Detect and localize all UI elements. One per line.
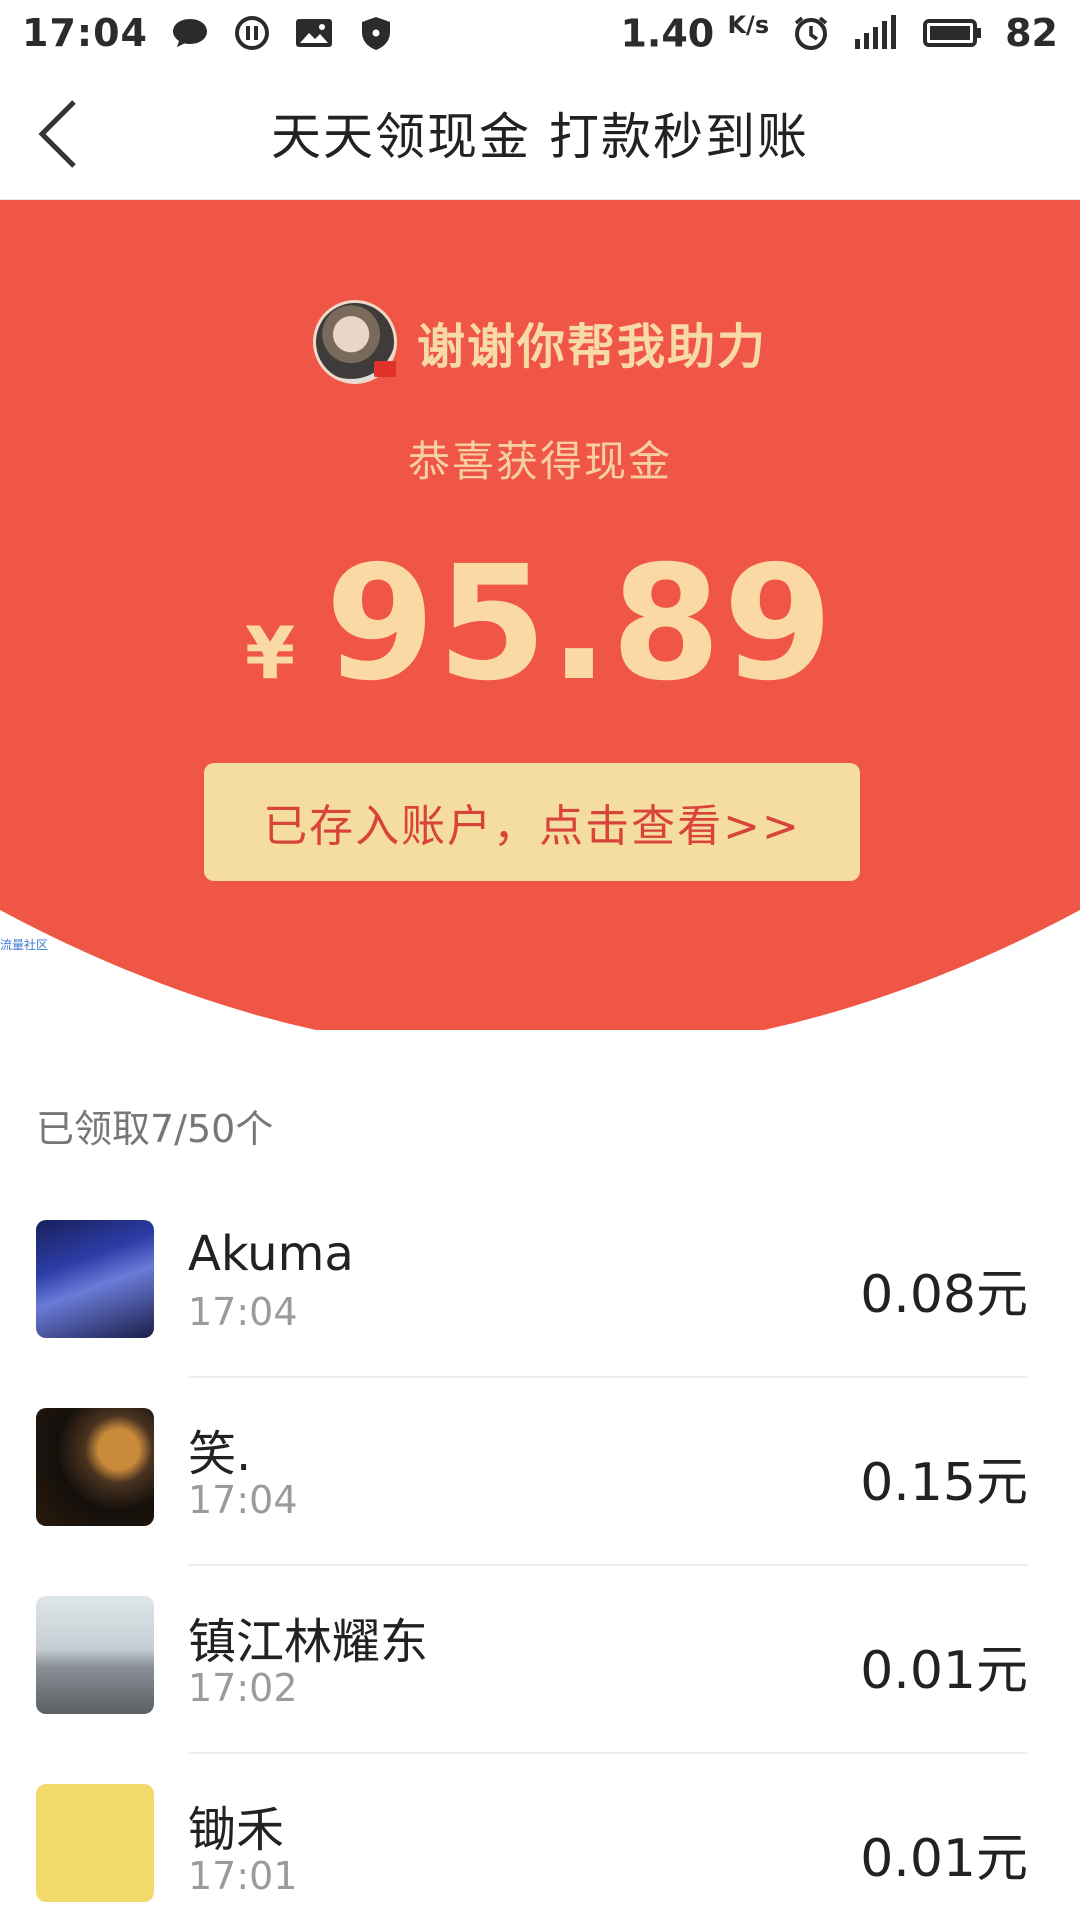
status-bar: 17:04 1.40 K/s 82 [0,0,1080,66]
user-name: 笑. [188,1426,252,1482]
signal-4g-icon [855,15,897,49]
avatar [36,1408,154,1526]
receive-time: 17:04 [188,1478,298,1522]
list-item[interactable]: Akuma 17:04 0.08元 [0,1190,1080,1378]
image-icon [295,19,332,47]
status-time: 17:04 [22,11,148,55]
received-count: 已领取7/50个 [36,1107,274,1151]
money-amount: 0.15元 [860,1453,1028,1513]
flag-icon [373,361,396,377]
battery-percent: 82 [1005,11,1058,55]
status-right: 1.40 K/s 82 [620,11,1058,56]
receive-time: 17:01 [188,1854,298,1898]
battery-icon [923,19,982,47]
helper-text: 谢谢你帮我助力 [416,319,767,375]
helper-row: 谢谢你帮我助力 [0,300,1080,384]
avatar [36,1220,154,1338]
avatar [36,1596,154,1714]
title-bar: 天天领现金 打款秒到账 [0,66,1080,200]
money-amount: 0.01元 [860,1641,1028,1701]
speed-unit: K/s [727,10,770,39]
view-account-button[interactable]: 已存入账户，点击查看>> [204,763,860,881]
list-item[interactable]: 笑. 17:04 0.15元 [0,1378,1080,1566]
received-list: Akuma 17:04 0.08元 笑. 17:04 0.15元 镇江林耀东 1… [0,1190,1080,1920]
cash-amount: ¥ 95.89 [0,545,1080,703]
money-amount: 0.01元 [860,1829,1028,1889]
chat-bubble-icon [172,19,207,47]
congrats-text: 恭喜获得现金 [407,437,672,486]
shield-icon [361,17,390,50]
chevron-left-icon[interactable] [30,96,100,172]
watermark-text: 流量社区 [0,938,49,952]
amount-value: 95.89 [325,532,835,716]
currency-symbol: ¥ [245,611,296,695]
pause-circle-icon [234,16,269,50]
avatar [36,1784,154,1902]
user-name: Akuma [188,1226,354,1282]
network-speed: 1.40 K/s [620,11,769,56]
receive-time: 17:02 [188,1666,298,1710]
alarm-icon [794,16,828,50]
speed-value: 1.40 [620,11,715,56]
page-title: 天天领现金 打款秒到账 [271,107,809,166]
user-name: 锄禾 [188,1802,285,1858]
list-item[interactable]: 锄禾 17:01 0.01元 [0,1754,1080,1920]
list-item[interactable]: 镇江林耀东 17:02 0.01元 [0,1566,1080,1754]
status-left: 17:04 [22,11,396,55]
money-amount: 0.08元 [860,1265,1028,1325]
helper-avatar [312,300,397,384]
user-name: 镇江林耀东 [188,1614,429,1670]
receive-time: 17:04 [188,1290,298,1334]
